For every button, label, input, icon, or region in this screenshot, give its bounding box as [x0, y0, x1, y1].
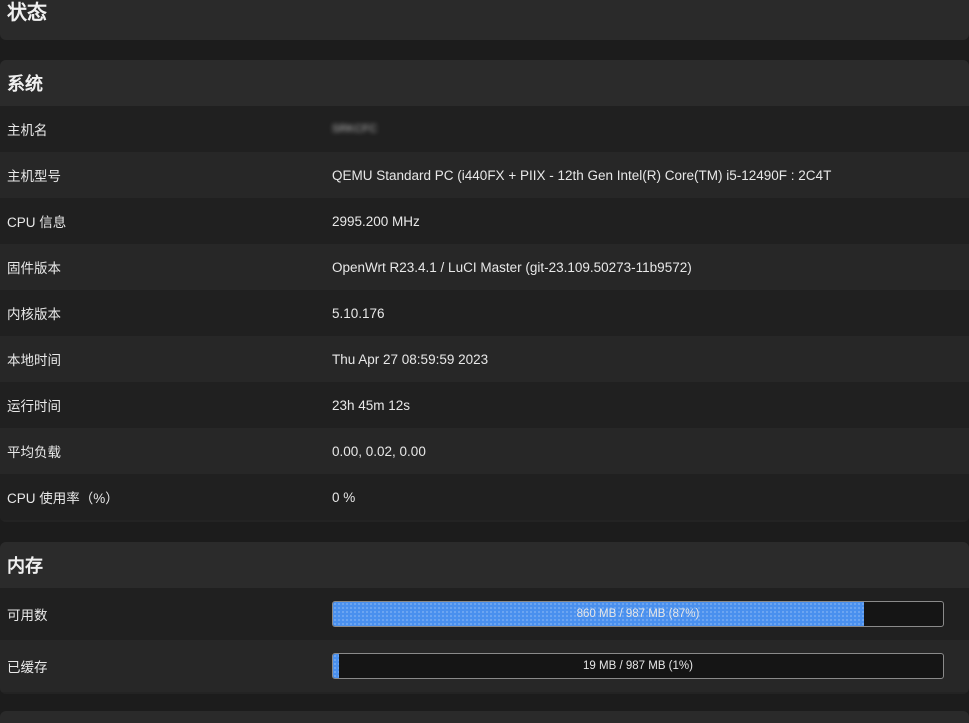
kernel-value: 5.10.176 [332, 305, 385, 321]
cpu-usage-value: 0 % [332, 489, 356, 505]
row-label: 主机名 [7, 123, 48, 138]
row-label: 内核版本 [7, 307, 61, 322]
row-label: 可用数 [7, 608, 48, 623]
system-section-title: 系统 [0, 60, 969, 106]
table-row: 运行时间 23h 45m 12s [0, 382, 969, 428]
bar-text: 860 MB / 987 MB (87%) [576, 608, 700, 620]
row-label: 运行时间 [7, 399, 61, 414]
memory-section: 内存 可用数 860 MB / 987 MB (87%) 已缓存 19 MB /… [0, 542, 969, 694]
next-section-edge [0, 711, 969, 723]
row-label: 主机型号 [7, 169, 61, 184]
table-row: 固件版本 OpenWrt R23.4.1 / LuCI Master (git-… [0, 244, 969, 290]
row-label: 已缓存 [7, 660, 48, 675]
table-row: CPU 信息 2995.200 MHz [0, 198, 969, 244]
page-title-bar: 状态 [0, 0, 969, 40]
system-section: 系统 主机名 SRKCFC 主机型号 QEMU Standard PC (i44… [0, 60, 969, 522]
row-label: CPU 信息 [7, 215, 67, 230]
status-page: 状态 系统 主机名 SRKCFC 主机型号 QEMU Standard PC (… [0, 0, 969, 723]
table-row: 主机名 SRKCFC [0, 106, 969, 152]
available-memory-bar: 860 MB / 987 MB (87%) [332, 601, 944, 627]
firmware-value: OpenWrt R23.4.1 / LuCI Master (git-23.10… [332, 259, 692, 275]
cached-memory-bar: 19 MB / 987 MB (1%) [332, 653, 944, 679]
cpu-info-value: 2995.200 MHz [332, 213, 420, 229]
row-label: 固件版本 [7, 261, 61, 276]
row-label: 平均负载 [7, 445, 61, 460]
page-title: 状态 [7, 2, 47, 24]
uptime-value: 23h 45m 12s [332, 397, 411, 413]
table-row: 本地时间 Thu Apr 27 08:59:59 2023 [0, 336, 969, 382]
bar-text: 19 MB / 987 MB (1%) [583, 660, 693, 672]
row-label: CPU 使用率（%） [7, 491, 119, 506]
local-time-value: Thu Apr 27 08:59:59 2023 [332, 351, 489, 367]
memory-section-title: 内存 [0, 542, 969, 588]
table-row: CPU 使用率（%） 0 % [0, 474, 969, 520]
model-value: QEMU Standard PC (i440FX + PIIX - 12th G… [332, 167, 832, 183]
table-row: 平均负载 0.00, 0.02, 0.00 [0, 428, 969, 474]
load-average-value: 0.00, 0.02, 0.00 [332, 443, 426, 459]
table-row: 主机型号 QEMU Standard PC (i440FX + PIIX - 1… [0, 152, 969, 198]
table-row: 可用数 860 MB / 987 MB (87%) [0, 588, 969, 640]
table-row: 内核版本 5.10.176 [0, 290, 969, 336]
table-row: 已缓存 19 MB / 987 MB (1%) [0, 640, 969, 692]
row-label: 本地时间 [7, 353, 61, 368]
hostname-value: SRKCFC [332, 123, 378, 135]
